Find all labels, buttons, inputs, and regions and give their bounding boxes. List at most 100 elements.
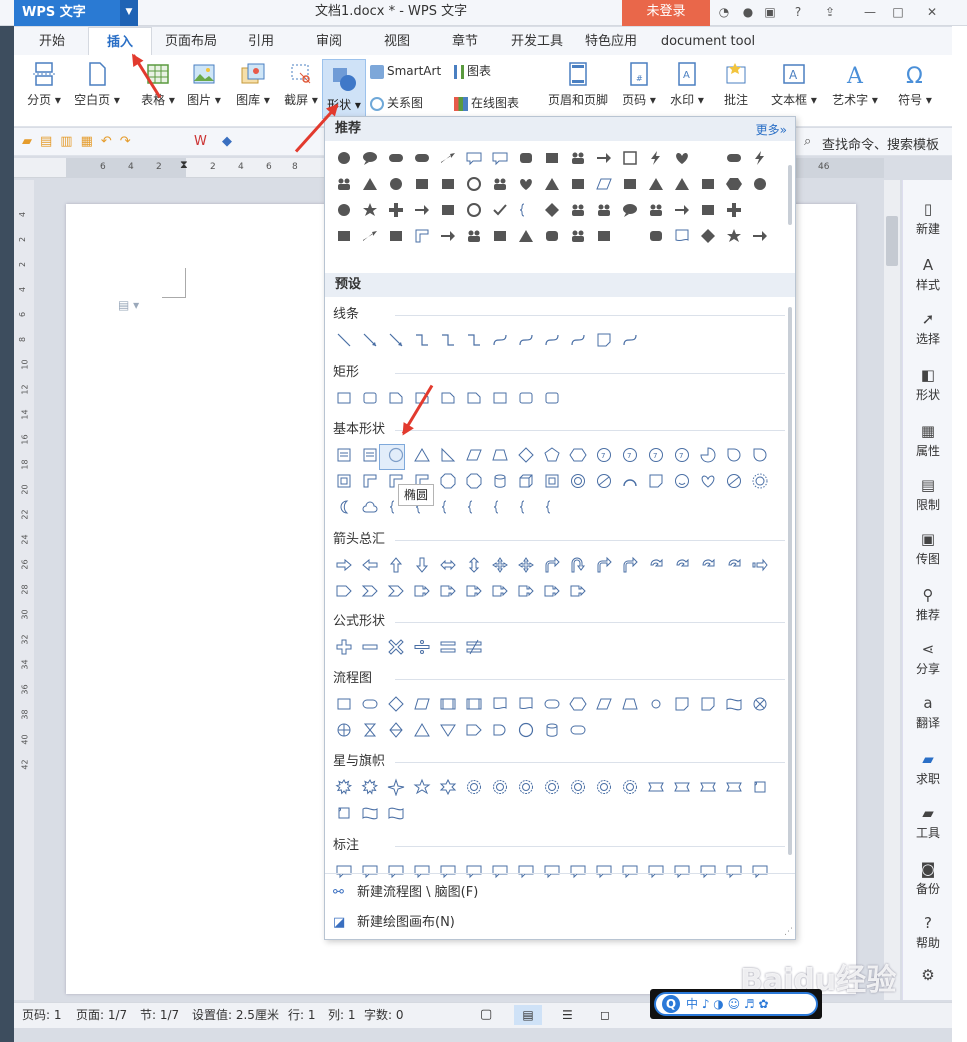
ellipse-hover-highlight[interactable] bbox=[379, 444, 405, 470]
shape-eneq[interactable] bbox=[461, 634, 487, 660]
shape-ohex[interactable] bbox=[565, 691, 591, 717]
shape-fterm[interactable] bbox=[357, 691, 383, 717]
shape-opara[interactable] bbox=[591, 171, 617, 197]
sidebar-item-recommend[interactable]: ⚲ 推荐 bbox=[903, 586, 953, 623]
recommend-scrollbar[interactable] bbox=[788, 165, 792, 225]
shape-ohex[interactable] bbox=[565, 442, 591, 468]
shape-callout[interactable] bbox=[435, 858, 461, 880]
shape-callout[interactable] bbox=[409, 858, 435, 880]
shape-ocut[interactable] bbox=[461, 385, 487, 411]
shape-ring[interactable] bbox=[461, 171, 487, 197]
shape-ocall[interactable] bbox=[513, 578, 539, 604]
shape-odiam[interactable] bbox=[383, 691, 409, 717]
shape-star4[interactable] bbox=[383, 774, 409, 800]
shape-scroll[interactable] bbox=[331, 800, 357, 826]
shape-bolt[interactable] bbox=[643, 145, 669, 171]
watermark-button[interactable]: A 水印 ▾ bbox=[666, 59, 708, 123]
shape-orect[interactable] bbox=[487, 385, 513, 411]
shape-ohalf[interactable] bbox=[409, 223, 435, 249]
shape-linea[interactable] bbox=[383, 327, 409, 353]
more-shapes-link[interactable]: 更多» bbox=[756, 121, 787, 138]
shape-opie[interactable] bbox=[695, 442, 721, 468]
new-flowchart-item[interactable]: ⚯ 新建流程图 \ 脑图(F) bbox=[325, 879, 795, 907]
shape-callout[interactable] bbox=[643, 858, 669, 880]
sidebar-item-share[interactable]: ⋖ 分享 bbox=[903, 640, 953, 677]
shape-fterm[interactable] bbox=[565, 717, 591, 743]
shape-ooct[interactable] bbox=[461, 468, 487, 494]
shape-seal[interactable] bbox=[617, 774, 643, 800]
shape-ribbon[interactable] bbox=[643, 774, 669, 800]
shape-oquad[interactable] bbox=[513, 552, 539, 578]
shape-obrace[interactable] bbox=[461, 494, 487, 520]
shape-wave[interactable] bbox=[357, 800, 383, 826]
quick-access-icons[interactable]: ▰▤▥▦↶↷ bbox=[22, 134, 139, 149]
app-menu-dropdown-icon[interactable]: ▼ bbox=[120, 0, 138, 26]
sidebar-item-help[interactable]: ? 帮助 bbox=[903, 914, 953, 951]
shape-curve[interactable] bbox=[617, 327, 643, 353]
indent-marker[interactable]: ⧗ bbox=[180, 158, 188, 172]
shape-heart[interactable] bbox=[513, 171, 539, 197]
command-search[interactable]: 查找命令、搜索模板 bbox=[822, 134, 939, 153]
shape-rect[interactable] bbox=[383, 223, 409, 249]
comment-button[interactable]: 批注 bbox=[718, 59, 754, 123]
shape-arr[interactable] bbox=[747, 223, 773, 249]
shape-people[interactable] bbox=[461, 223, 487, 249]
shape-obrace[interactable] bbox=[513, 197, 539, 223]
shape-callout[interactable] bbox=[383, 858, 409, 880]
smartart-button[interactable]: SmartArt bbox=[370, 61, 441, 81]
shape-diamond[interactable] bbox=[695, 223, 721, 249]
shape-opentA[interactable] bbox=[461, 717, 487, 743]
shape-bubble[interactable] bbox=[617, 197, 643, 223]
shape-circle[interactable] bbox=[331, 145, 357, 171]
shape-tri[interactable] bbox=[513, 223, 539, 249]
shape-rrect[interactable] bbox=[513, 145, 539, 171]
shape-circle[interactable] bbox=[331, 197, 357, 223]
shape-rect[interactable] bbox=[331, 223, 357, 249]
skin-icon[interactable]: ◔ bbox=[716, 4, 732, 20]
shape-arr[interactable] bbox=[591, 145, 617, 171]
shape-rrect[interactable] bbox=[539, 223, 565, 249]
shape-callout[interactable] bbox=[513, 858, 539, 880]
shape-elbow[interactable] bbox=[461, 327, 487, 353]
picture-button[interactable]: 图片 ▾ bbox=[184, 59, 224, 123]
tab-insert[interactable]: 插入 bbox=[88, 27, 152, 55]
shape-star[interactable] bbox=[721, 223, 747, 249]
shape-seal[interactable] bbox=[461, 774, 487, 800]
shape-ribbon[interactable] bbox=[721, 774, 747, 800]
shape-rect[interactable] bbox=[435, 171, 461, 197]
shape-ohalf[interactable] bbox=[357, 468, 383, 494]
paste-options-icon[interactable]: ▤ ▾ bbox=[118, 298, 139, 312]
shape-people[interactable] bbox=[565, 197, 591, 223]
shape-callout[interactable] bbox=[331, 858, 357, 880]
shape-star6[interactable] bbox=[435, 774, 461, 800]
shape-rect[interactable] bbox=[539, 145, 565, 171]
shape-callout[interactable] bbox=[591, 858, 617, 880]
shape-callout[interactable] bbox=[539, 858, 565, 880]
shape-oarrLR[interactable] bbox=[435, 552, 461, 578]
shape-ocarr[interactable] bbox=[669, 552, 695, 578]
tab-page-layout[interactable]: 页面布局 bbox=[158, 27, 224, 55]
shape-obrace[interactable] bbox=[487, 494, 513, 520]
shape-ofold[interactable] bbox=[591, 327, 617, 353]
shape-tri[interactable] bbox=[669, 171, 695, 197]
shape-ono[interactable] bbox=[721, 468, 747, 494]
sidebar-item-jobs[interactable]: ▰ 求职 bbox=[903, 750, 953, 787]
shape-obrace[interactable] bbox=[513, 494, 539, 520]
sidebar-item-select[interactable]: ➚ 选择 bbox=[903, 310, 953, 347]
sidebar-item-translate[interactable]: a 翻译 bbox=[903, 694, 953, 731]
shape-plus[interactable] bbox=[383, 197, 409, 223]
shape-ediv[interactable] bbox=[409, 634, 435, 660]
tab-review[interactable]: 审阅 bbox=[304, 27, 354, 55]
shape-tri[interactable] bbox=[357, 171, 383, 197]
textbox-button[interactable]: A 文本框 ▾ bbox=[768, 59, 820, 123]
shape-people[interactable] bbox=[487, 171, 513, 197]
shape-pill[interactable] bbox=[409, 145, 435, 171]
shape-orrect[interactable] bbox=[539, 385, 565, 411]
tab-features[interactable]: 特色应用 bbox=[580, 27, 642, 55]
shape-otri[interactable] bbox=[409, 717, 435, 743]
shape-ofold[interactable] bbox=[643, 468, 669, 494]
sidebar-item-new[interactable]: ▯ 新建 bbox=[903, 200, 953, 237]
sidebar-item-style[interactable]: A 样式 bbox=[903, 256, 953, 293]
tab-view[interactable]: 视图 bbox=[372, 27, 422, 55]
shape-orect[interactable] bbox=[331, 385, 357, 411]
